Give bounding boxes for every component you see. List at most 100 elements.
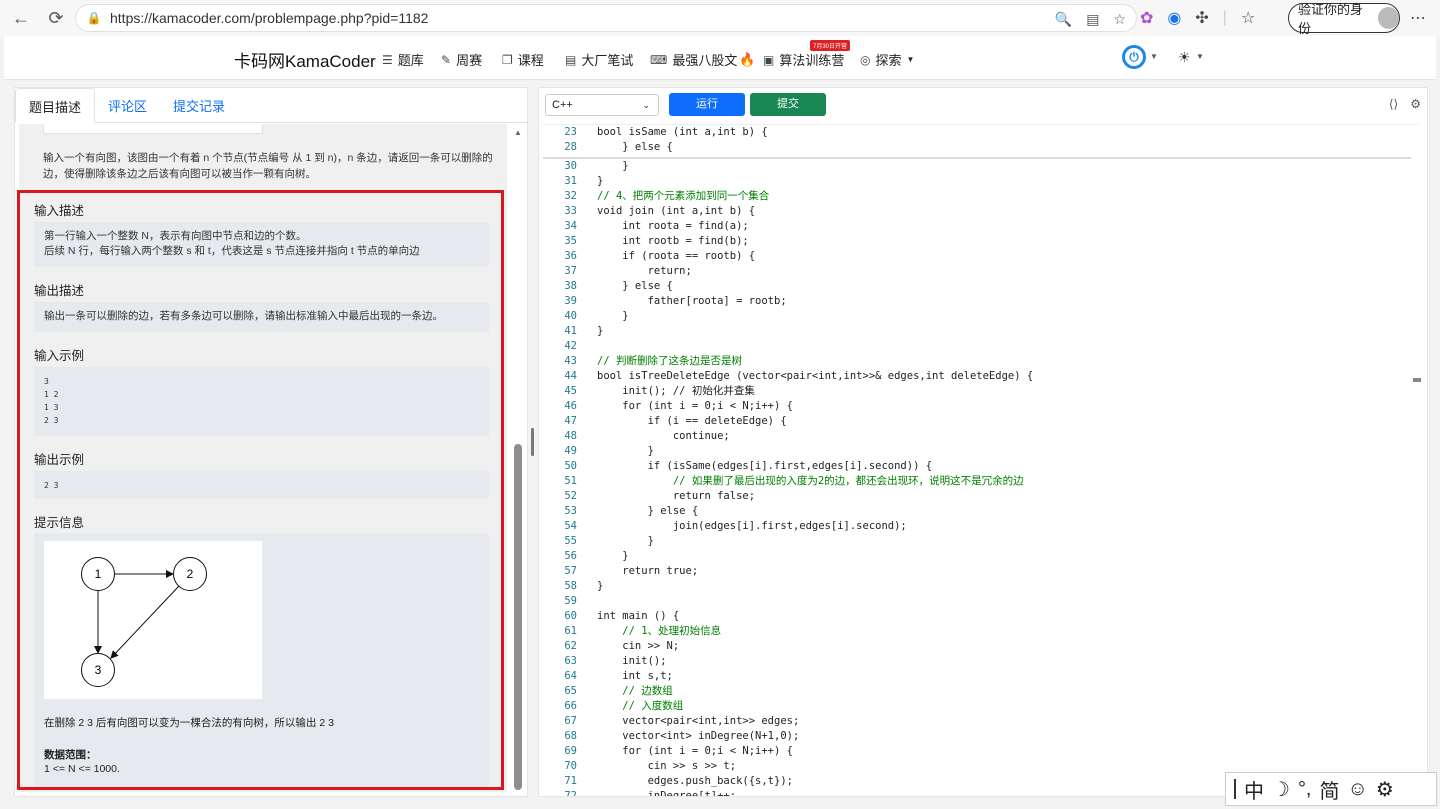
extensions-puzzle-icon[interactable]: ✣ [1195, 8, 1208, 28]
code-line[interactable]: 69 for (int i = 0;i < N;i++) { [543, 744, 1411, 759]
favorites-icon[interactable]: ☆ [1241, 8, 1255, 28]
run-button[interactable]: 运行 [669, 93, 745, 116]
code-line[interactable]: 63 init(); [543, 654, 1411, 669]
language-select[interactable]: C++ ⌄ [545, 94, 659, 116]
code-line[interactable]: 42 [543, 339, 1411, 354]
code-line[interactable]: 59 [543, 594, 1411, 609]
code-line[interactable]: 67 vector<pair<int,int>> edges; [543, 714, 1411, 729]
line-number: 59 [564, 595, 577, 607]
ime-mode-chinese[interactable]: 中 [1244, 775, 1264, 804]
code-line[interactable]: 54 join(edges[i].first,edges[i].second); [543, 519, 1411, 534]
line-number: 64 [564, 670, 577, 682]
code-line[interactable]: 50 if (isSame(edges[i].first,edges[i].se… [543, 459, 1411, 474]
code-line[interactable]: 62 cin >> N; [543, 639, 1411, 654]
nav-explore[interactable]: ◎ 探索 ▼ [860, 50, 914, 69]
nav-weekly[interactable]: ✎ 周赛 [441, 50, 482, 69]
sun-theme-icon[interactable]: ☀ [1178, 49, 1191, 66]
code-line[interactable]: 61 // 1、处理初始信息 [543, 624, 1411, 639]
code-line[interactable]: 49 } [543, 444, 1411, 459]
code-line[interactable]: 56 } [543, 549, 1411, 564]
address-bar[interactable]: 🔒 https://kamacoder.com/problempage.php?… [75, 4, 1137, 32]
submit-button[interactable]: 提交 [750, 93, 826, 116]
code-line[interactable]: 37 return; [543, 264, 1411, 279]
code-line[interactable]: 57 return true; [543, 564, 1411, 579]
code-line[interactable]: 41} [543, 324, 1411, 339]
code-line[interactable]: 47 if (i == deleteEdge) { [543, 414, 1411, 429]
code-line[interactable]: 35 int rootb = find(b); [543, 234, 1411, 249]
problem-intro: 输入一个有向图，该图由一个有着 n 个节点(节点编号 从 1 到 n)，n 条边… [43, 152, 493, 180]
code-line[interactable]: 33 void join (int a,int b) { [543, 204, 1411, 219]
code-line[interactable]: 36 if (roota == rootb) { [543, 249, 1411, 264]
code-line[interactable]: 60 int main () { [543, 609, 1411, 624]
scroll-thumb[interactable] [514, 444, 522, 790]
profile-button[interactable]: 验证你的身份 [1288, 2, 1400, 36]
chevron-down-icon[interactable]: ▼ [1150, 52, 1158, 61]
code-line[interactable]: 45 init(); // 初始化并查集 [543, 384, 1411, 399]
scroll-up-icon[interactable]: ▲ [514, 128, 522, 137]
list-icon: ☰ [382, 52, 393, 67]
chevron-down-icon: ⌄ [642, 100, 650, 110]
refresh-icon[interactable]: ⟳ [41, 3, 71, 33]
fire-icon: 🔥 [739, 51, 756, 67]
code-line[interactable]: 31} [543, 174, 1411, 189]
scrollbar[interactable]: ▲ [511, 124, 525, 794]
code-line[interactable]: 32 // 4、把两个元素添加到同一个集合 [543, 189, 1411, 204]
code-line[interactable]: 30 } [543, 159, 1411, 174]
code-line[interactable]: 38 } else { [543, 279, 1411, 294]
code-line[interactable]: 58} [543, 579, 1411, 594]
ime-settings-icon[interactable]: ⚙ [1376, 777, 1394, 802]
simplified-toggle[interactable]: 简 [1320, 775, 1340, 804]
code-line[interactable]: 43 // 判断删除了这条边是否是树 [543, 354, 1411, 369]
search-page-icon[interactable]: 🔍 [1055, 11, 1072, 28]
more-menu-icon[interactable]: ⋯ [1410, 8, 1426, 28]
tab-comments[interactable]: 评论区 [95, 88, 160, 123]
moon-icon[interactable]: ☽ [1272, 777, 1290, 802]
nav-interview[interactable]: ⌨ 最强八股文 🔥 [650, 50, 756, 69]
chevron-down-icon[interactable]: ▼ [1196, 52, 1204, 61]
code-line[interactable]: 48 continue; [543, 429, 1411, 444]
site-logo[interactable]: 卡码网KamaCoder [234, 47, 376, 72]
emoji-icon[interactable]: ☺ [1348, 778, 1368, 801]
ime-drag-handle[interactable] [1234, 779, 1236, 799]
tab-submissions[interactable]: 提交记录 [160, 88, 238, 123]
extension-blue-icon[interactable]: ◉ [1167, 8, 1181, 28]
line-number: 36 [564, 250, 577, 262]
back-icon[interactable]: ← [6, 3, 36, 33]
nav-exams[interactable]: ▤ 大厂笔试 [565, 50, 633, 69]
lock-icon[interactable]: 🔒 [86, 10, 102, 26]
line-number: 52 [564, 490, 577, 502]
code-text: // 边数组 [597, 685, 673, 697]
nav-training[interactable]: ▣ 算法训练营 [763, 50, 844, 69]
line-number: 50 [564, 460, 577, 472]
code-line[interactable]: 68 vector<int> inDegree(N+1,0); [543, 729, 1411, 744]
code-line[interactable]: 39 father[roota] = rootb; [543, 294, 1411, 309]
line-number: 67 [564, 715, 577, 727]
code-line[interactable]: 46 for (int i = 0;i < N;i++) { [543, 399, 1411, 414]
code-line[interactable]: 44 bool isTreeDeleteEdge (vector<pair<int… [543, 369, 1411, 384]
code-line[interactable]: 65 // 边数组 [543, 684, 1411, 699]
code-line[interactable]: 53 } else { [543, 504, 1411, 519]
code-line[interactable]: 28 } else { [543, 140, 1411, 155]
code-line[interactable]: 52 return false; [543, 489, 1411, 504]
tab-description[interactable]: 题目描述 [15, 88, 96, 123]
code-line[interactable]: 23 bool isSame (int a,int b) { [543, 125, 1411, 140]
settings-gear-icon[interactable]: ⚙ [1410, 97, 1421, 111]
code-line[interactable]: 34 int roota = find(a); [543, 219, 1411, 234]
panel-resize-handle[interactable] [531, 428, 534, 456]
punctuation-icon[interactable]: °, [1298, 778, 1312, 801]
code-line[interactable]: 55 } [543, 534, 1411, 549]
copilot-icon[interactable]: ✿ [1140, 8, 1153, 28]
code-editor[interactable]: 23 bool isSame (int a,int b) {28 } else {… [543, 124, 1419, 796]
code-line[interactable]: 64 int s,t; [543, 669, 1411, 684]
compass-icon: ◎ [860, 52, 871, 67]
editor-panel: C++ ⌄ 运行 提交 ⟨⟩ ⚙ 23 bool isSame (int a,in… [538, 87, 1428, 797]
code-line[interactable]: 40 } [543, 309, 1411, 324]
nav-problems[interactable]: ☰ 题库 [382, 50, 424, 69]
favorite-star-icon[interactable]: ☆ [1113, 11, 1126, 28]
code-line[interactable]: 51 // 如果删了最后出现的入度为2的边，都还会出现环，说明这不是冗余的边 [543, 474, 1411, 489]
code-line[interactable]: 66 // 入度数组 [543, 699, 1411, 714]
user-power-icon[interactable]: ⏻ [1122, 45, 1146, 69]
nav-courses[interactable]: ❐ 课程 [502, 50, 544, 69]
reader-icon[interactable]: ▤ [1086, 11, 1099, 28]
code-format-icon[interactable]: ⟨⟩ [1389, 97, 1398, 111]
